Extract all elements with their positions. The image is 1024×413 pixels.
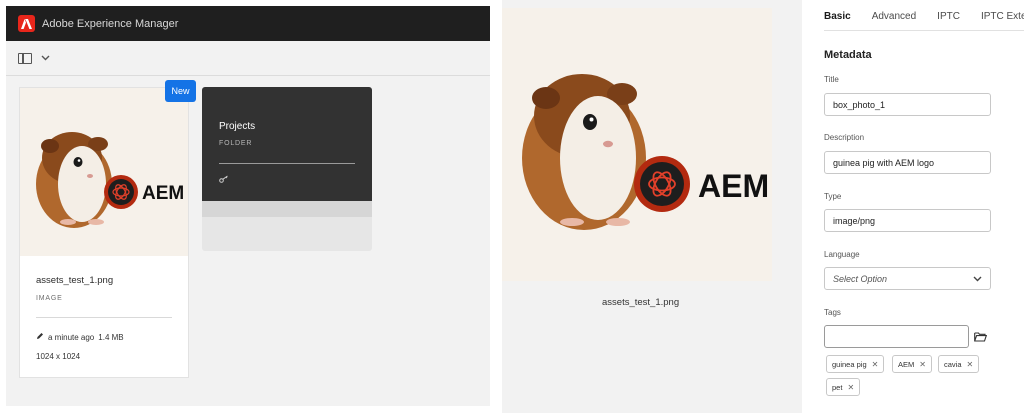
aem-logo-text: AEM: [142, 183, 184, 204]
type-label: Type: [824, 192, 842, 201]
tag-label: cavia: [944, 359, 962, 369]
preview-filename: assets_test_1.png: [602, 297, 680, 308]
card-divider: [36, 317, 172, 318]
metadata-tabs: Basic Advanced IPTC IPTC Extension: [824, 0, 1024, 30]
type-value: image/png: [833, 215, 876, 226]
asset-type: IMAGE: [36, 295, 63, 302]
new-badge: New: [165, 80, 196, 102]
properties-panel: AEM assets_test_1.png Basic Advanced IPT…: [502, 0, 1024, 413]
assets-browser-panel: Adobe Experience Manager AEM assets_test…: [6, 6, 490, 406]
tags-label: Tags: [824, 308, 841, 317]
asset-card[interactable]: AEM assets_test_1.png IMAGE a minute ago…: [19, 87, 189, 378]
tab-iptc-extension[interactable]: IPTC Extension: [981, 9, 1024, 22]
rail-toggle-icon[interactable]: [18, 52, 32, 64]
asset-preview-image: AEM: [502, 8, 772, 281]
folder-divider: [219, 163, 355, 164]
close-icon[interactable]: ✕: [919, 360, 926, 369]
app-header: Adobe Experience Manager: [6, 6, 490, 41]
tag-chip[interactable]: guinea pig ✕: [826, 355, 885, 373]
tabs-divider: [824, 30, 1024, 31]
description-field[interactable]: guinea pig with AEM logo: [824, 151, 991, 174]
chevron-down-icon: [973, 274, 982, 284]
folder-type: FOLDER: [219, 140, 253, 147]
folder-card-strip: [202, 201, 372, 217]
pencil-icon: [36, 332, 44, 342]
adobe-logo[interactable]: [18, 15, 35, 32]
folder-card-header: Projects FOLDER: [202, 87, 372, 201]
close-icon[interactable]: ✕: [847, 383, 854, 392]
app-title: Adobe Experience Manager: [42, 17, 179, 30]
title-label: Title: [824, 75, 839, 84]
tab-basic[interactable]: Basic: [824, 9, 851, 30]
chevron-down-icon[interactable]: [41, 53, 50, 64]
language-label: Language: [824, 250, 860, 259]
type-field[interactable]: image/png: [824, 209, 991, 232]
tag-label: pet: [832, 382, 843, 392]
folder-name[interactable]: Projects: [219, 121, 255, 132]
close-icon[interactable]: ✕: [872, 360, 879, 369]
tag-chip[interactable]: AEM ✕: [892, 355, 932, 373]
asset-thumbnail: AEM: [20, 88, 188, 256]
action-bar: [6, 41, 490, 76]
preview-aem-logo-text: AEM: [698, 168, 769, 204]
description-label: Description: [824, 133, 865, 142]
description-value: guinea pig with AEM logo: [833, 157, 935, 168]
folder-card[interactable]: Projects FOLDER: [202, 87, 372, 251]
tab-iptc[interactable]: IPTC: [937, 9, 960, 22]
title-value: box_photo_1: [833, 99, 886, 110]
asset-size: 1.4 MB: [98, 332, 124, 342]
key-icon: [219, 175, 229, 185]
close-icon[interactable]: ✕: [967, 360, 974, 369]
asset-name[interactable]: assets_test_1.png: [36, 275, 113, 286]
language-placeholder: Select Option: [833, 273, 888, 284]
asset-meta: a minute ago 1.4 MB: [36, 332, 124, 342]
language-select[interactable]: Select Option: [824, 267, 991, 290]
title-field[interactable]: box_photo_1: [824, 93, 991, 116]
tag-label: guinea pig: [832, 359, 867, 369]
folder-browse-icon[interactable]: [969, 325, 991, 348]
tag-chip[interactable]: pet ✕: [826, 378, 861, 396]
tab-advanced[interactable]: Advanced: [872, 9, 916, 22]
asset-dimensions: 1024 x 1024: [36, 352, 81, 361]
tags-input[interactable]: [824, 325, 969, 348]
tag-chip[interactable]: cavia ✕: [938, 355, 980, 373]
tag-label: AEM: [898, 359, 915, 369]
asset-modified: a minute ago: [48, 332, 95, 342]
section-title: Metadata: [824, 49, 872, 61]
